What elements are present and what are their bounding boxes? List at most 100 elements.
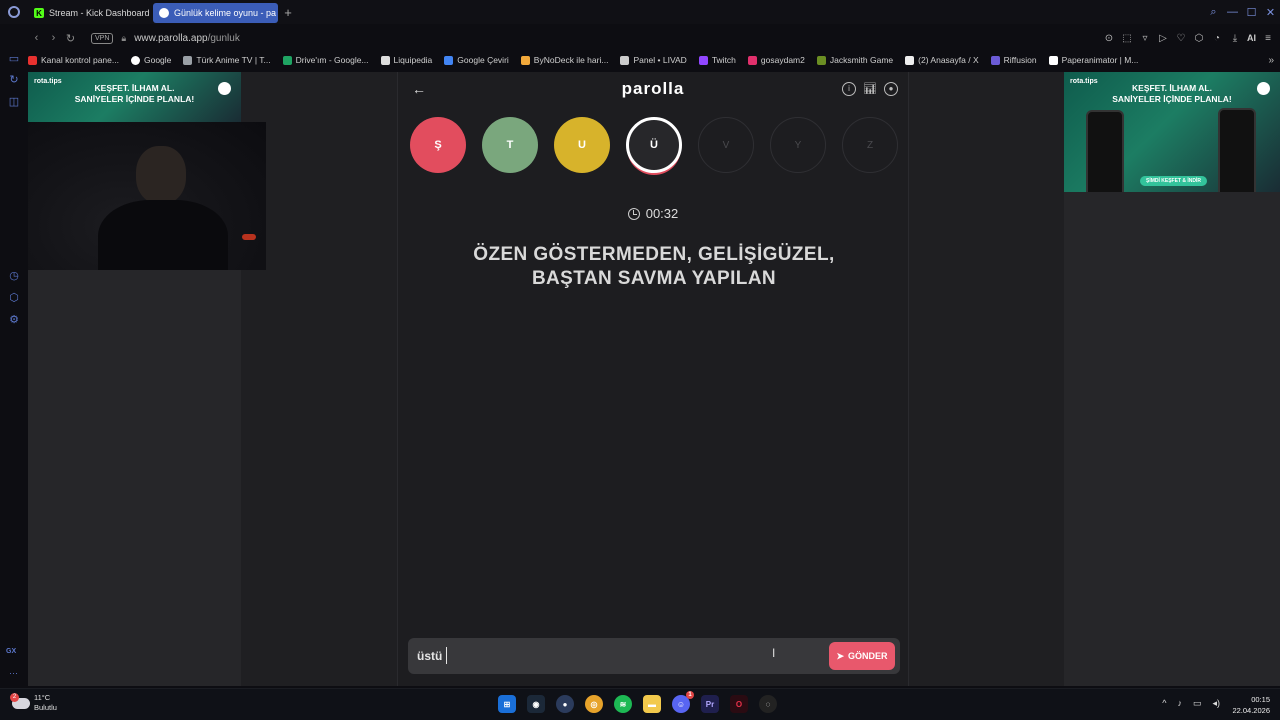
ad-dot-icon xyxy=(218,82,231,95)
network-icon[interactable]: ▭ xyxy=(1193,698,1202,709)
player-icon[interactable]: ▷ xyxy=(1157,33,1169,44)
twitch-icon xyxy=(698,55,708,65)
tray-expand-icon[interactable]: ^ xyxy=(1162,698,1166,709)
bookmark-label: Kanal kontrol pane... xyxy=(41,55,119,65)
bookmark-item[interactable]: Kanal kontrol pane... xyxy=(28,55,119,65)
bookmark-label: Türk Anime TV | T... xyxy=(196,55,271,65)
obs-icon[interactable]: ◌ xyxy=(759,695,777,713)
ad-banner-left[interactable]: rota.tips KEŞFET. İLHAM AL. SANİYELER İÇ… xyxy=(28,72,241,122)
translate-icon xyxy=(444,55,454,65)
bookmark-label: Google Çeviri xyxy=(457,55,509,65)
opera-menu-icon[interactable] xyxy=(0,0,28,24)
opera-gx-icon[interactable]: O xyxy=(730,695,748,713)
phone-mockup xyxy=(1086,110,1124,192)
profile-icon[interactable]: ◔ xyxy=(1211,33,1223,44)
letter-row: Ş T U Ü V Y Z xyxy=(410,117,898,175)
clock-icon xyxy=(627,207,640,220)
minimize-icon[interactable]: — xyxy=(1223,6,1242,18)
info-icon[interactable]: i xyxy=(842,82,856,96)
kick-icon: K xyxy=(34,8,44,18)
submit-button[interactable]: ➤ GÖNDER xyxy=(829,642,895,670)
weather-widget[interactable]: 2 11°C Bulutlu xyxy=(10,692,57,713)
settings-icon[interactable]: ⚙ xyxy=(7,313,21,327)
letter-circle: U xyxy=(554,117,610,173)
maximize-icon[interactable]: ☐ xyxy=(1242,6,1261,19)
system-clock[interactable]: 00:15 22.04.2026 xyxy=(1232,694,1270,716)
pin-icon[interactable]: ⊙ xyxy=(1103,33,1115,44)
history-icon[interactable]: ↻ xyxy=(7,73,21,87)
windows-taskbar: 2 11°C Bulutlu ⊞ ◉ ● ◎ ≋ ▬ ☺ 1 Pr O ◌ ^ ♪… xyxy=(0,688,1280,720)
jacksmith-icon xyxy=(816,55,826,65)
bookmark-label: gosaydam2 xyxy=(760,55,805,65)
bookmark-item[interactable]: Jacksmith Game xyxy=(816,55,893,65)
gx-icon[interactable]: GX xyxy=(6,648,16,655)
profile-icon[interactable]: ● xyxy=(884,82,898,96)
more-icon[interactable]: ··· xyxy=(9,668,18,678)
shield-icon[interactable]: ▿ xyxy=(1139,33,1151,44)
submit-label: GÖNDER xyxy=(848,651,888,661)
stats-icon[interactable]: 📊︎ xyxy=(863,82,877,96)
extensions-icon[interactable]: ⬡ xyxy=(1193,33,1205,44)
bookmarks-overflow-icon[interactable]: » xyxy=(1268,55,1274,66)
steam-icon[interactable]: ◉ xyxy=(527,695,545,713)
bookmark-item[interactable]: Google Çeviri xyxy=(444,55,509,65)
clock-icon[interactable]: ◷ xyxy=(7,269,21,283)
speed-dial-icon[interactable]: ▭ xyxy=(7,52,21,66)
bookmarks-bar: Kanal kontrol pane... Google Türk Anime … xyxy=(28,52,1280,68)
heart-icon[interactable]: ♡ xyxy=(1175,33,1187,44)
microphone-icon xyxy=(242,234,256,240)
game-header: ← parolla i 📊︎ ● xyxy=(398,72,908,106)
lock-icon[interactable]: 🔒︎ xyxy=(121,33,126,44)
bookmark-item[interactable]: Google xyxy=(130,55,171,65)
url-path: /gunluk xyxy=(207,32,240,44)
bookmark-item[interactable]: Riffusion xyxy=(990,55,1037,65)
menu-icon[interactable]: ≡ xyxy=(1262,33,1274,44)
answer-input[interactable] xyxy=(417,647,812,665)
ad-cta-button[interactable]: ŞİMDİ KEŞFET & İNDİR xyxy=(1140,176,1208,186)
bookmark-label: Riffusion xyxy=(1003,55,1037,65)
discord-icon[interactable]: ☺ 1 xyxy=(672,691,694,713)
bookmark-item[interactable]: Paperanimator | M... xyxy=(1048,55,1139,65)
bookmark-label: Twitch xyxy=(711,55,736,65)
volume-icon[interactable]: ◂) xyxy=(1212,698,1220,709)
premiere-icon[interactable]: Pr xyxy=(701,695,719,713)
bookmark-item[interactable]: Drive'ım - Google... xyxy=(282,55,369,65)
download-icon[interactable]: ⤓ xyxy=(1229,33,1241,44)
start-icon[interactable]: ⊞ xyxy=(498,695,516,713)
right-ad-column: rota.tips KEŞFET. İLHAM AL. SANİYELER İÇ… xyxy=(1064,72,1280,686)
bookmark-item[interactable]: Twitch xyxy=(698,55,736,65)
extensions-sidebar-icon[interactable]: ⬡ xyxy=(7,291,21,305)
microphone-tray-icon[interactable]: ♪ xyxy=(1177,698,1182,709)
bookmark-item[interactable]: (2) Anasayfa / X xyxy=(905,55,979,65)
forward-nav-button[interactable]: › xyxy=(45,32,62,44)
snapshot-icon[interactable]: ⬚ xyxy=(1121,33,1133,44)
bookmark-item[interactable]: Liquipedia xyxy=(380,55,432,65)
bag-icon[interactable]: ◫ xyxy=(7,95,21,109)
tab-parolla[interactable]: Günlük kelime oyunu - pa xyxy=(153,3,278,23)
ad-headline-1: KEŞFET. İLHAM AL. xyxy=(94,83,175,93)
ad-banner-right[interactable]: rota.tips KEŞFET. İLHAM AL. SANİYELER İÇ… xyxy=(1064,72,1280,192)
bookmark-item[interactable]: Panel • LIVAD xyxy=(620,55,687,65)
tab-kick-dashboard[interactable]: K Stream - Kick Dashboard xyxy=(28,3,153,23)
ad-headline-2: SANİYELER İÇİNDE PLANLA! xyxy=(1112,94,1232,104)
bookmark-item[interactable]: Türk Anime TV | T... xyxy=(183,55,271,65)
letter-circle: T xyxy=(482,117,538,173)
question-line: BAŞTAN SAVMA YAPILAN xyxy=(531,268,777,289)
bookmark-item[interactable]: ByNoDeck ile hari... xyxy=(520,55,608,65)
bookmark-label: Panel • LIVAD xyxy=(633,55,687,65)
ai-button[interactable]: AI xyxy=(1247,33,1256,43)
bookmark-item[interactable]: gosaydam2 xyxy=(747,55,805,65)
chrome-icon[interactable]: ◎ xyxy=(585,695,603,713)
back-nav-button[interactable]: ‹ xyxy=(28,32,45,44)
anime-icon xyxy=(183,55,193,65)
spotify-icon[interactable]: ≋ xyxy=(614,695,632,713)
bookmark-label: Paperanimator | M... xyxy=(1061,55,1139,65)
reload-button[interactable]: ↻ xyxy=(62,32,79,45)
new-tab-button[interactable]: + xyxy=(280,4,296,20)
folder-icon[interactable]: ▬ xyxy=(643,695,661,713)
url-field[interactable]: www.parolla.app/gunluk xyxy=(134,33,240,44)
search-tabs-icon[interactable]: ⌕ xyxy=(1204,6,1223,19)
app-icon[interactable]: ● xyxy=(556,695,574,713)
close-icon[interactable]: ✕ xyxy=(1261,6,1280,19)
vpn-badge[interactable]: VPN xyxy=(91,32,114,44)
